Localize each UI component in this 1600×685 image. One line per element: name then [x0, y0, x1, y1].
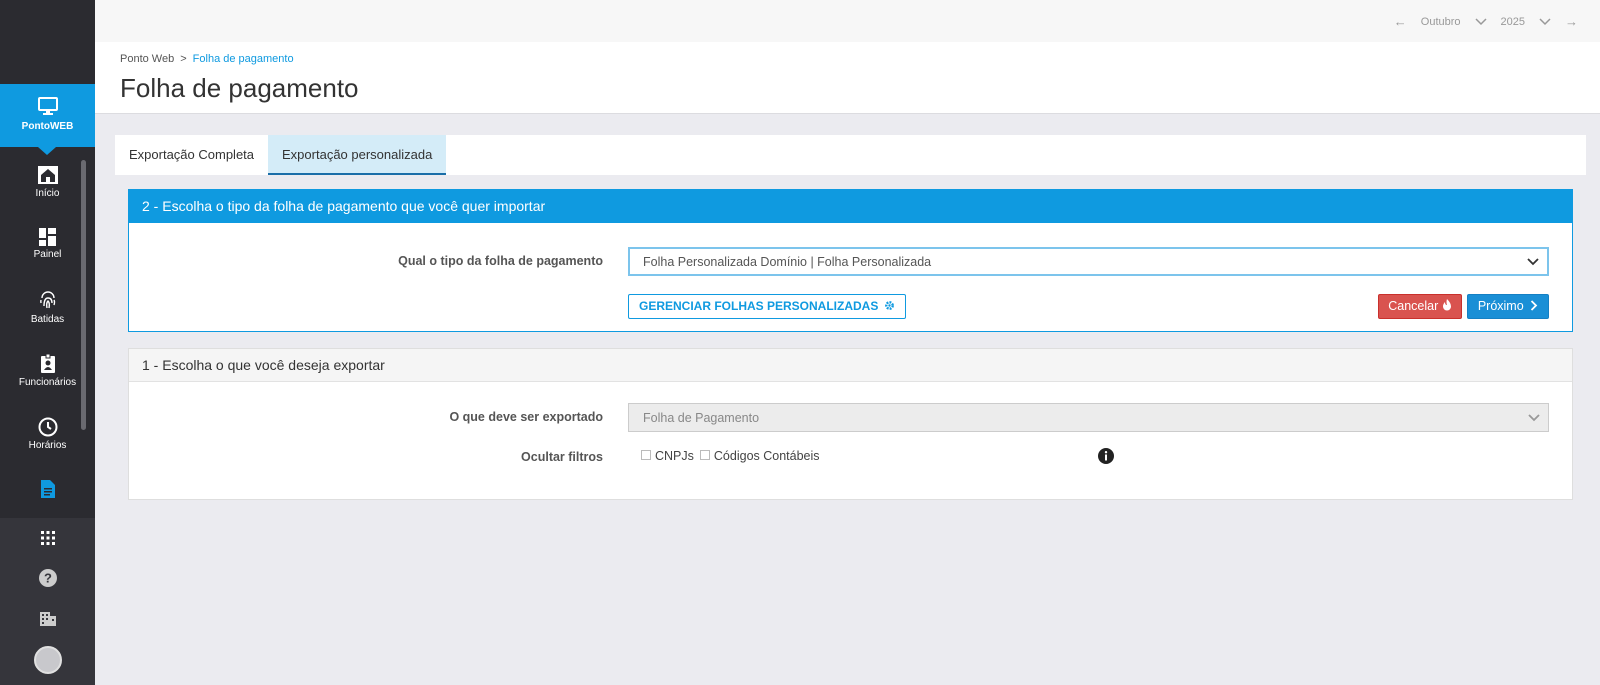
payroll-type-panel: 2 - Escolha o tipo da folha de pagamento… [128, 189, 1573, 332]
manage-custom-sheets-button[interactable]: GERENCIAR FOLHAS PERSONALIZADAS [628, 294, 906, 319]
prev-month-arrow-icon[interactable]: ← [1394, 14, 1407, 29]
sidebar-item-label: Horários [28, 440, 67, 451]
filter-cnpjs-label: CNPJs [655, 449, 694, 463]
cancel-button-label: Cancelar [1388, 299, 1439, 313]
date-navigator: ← Outubro 2025 → [1394, 14, 1578, 29]
filter-cnpjs-checkbox[interactable]: CNPJs [641, 449, 694, 463]
export-what-value: Folha de Pagamento [643, 411, 760, 425]
company-button[interactable] [0, 598, 95, 638]
export-content-panel: 1 - Escolha o que você deseja exportar O… [128, 348, 1573, 500]
breadcrumb-root[interactable]: Ponto Web [120, 53, 174, 65]
building-icon [39, 612, 56, 626]
apps-grid-button[interactable] [0, 518, 95, 558]
next-month-arrow-icon[interactable]: → [1565, 14, 1578, 29]
hide-filters-label: Ocultar filtros [521, 450, 603, 464]
breadcrumb-current[interactable]: Folha de pagamento [193, 53, 294, 65]
next-button-label: Próximo [1477, 299, 1524, 313]
fingerprint-icon [39, 291, 55, 309]
help-icon: ? [38, 569, 57, 587]
document-icon [40, 480, 55, 498]
chevron-down-icon[interactable] [1474, 17, 1487, 26]
sidebar-brand-label: PontoWEB [21, 121, 74, 132]
export-what-select: Folha de Pagamento [628, 403, 1549, 432]
monitor-icon [37, 97, 58, 115]
chevron-right-icon [1531, 300, 1538, 311]
sidebar-scrollbar[interactable] [81, 160, 86, 430]
manage-button-label: GERENCIAR FOLHAS PERSONALIZADAS [639, 299, 879, 313]
payroll-type-select[interactable]: Folha Personalizada Domínio | Folha Pers… [628, 247, 1549, 276]
fire-icon [1442, 299, 1451, 311]
dashboard-icon [38, 228, 56, 246]
breadcrumb-separator: > [180, 53, 187, 65]
payroll-type-value: Folha Personalizada Domínio | Folha Pers… [643, 255, 932, 269]
breadcrumb: Ponto Web > Folha de pagamento [120, 53, 294, 65]
sidebar-brand-pontoweb[interactable]: PontoWEB [0, 84, 95, 155]
month-label[interactable]: Outubro [1421, 16, 1461, 28]
panel-header: 1 - Escolha o que você deseja exportar [129, 349, 1572, 382]
topbar: ← Outubro 2025 → [95, 0, 1600, 42]
payroll-type-label: Qual o tipo da folha de pagamento [398, 254, 603, 268]
year-label[interactable]: 2025 [1501, 16, 1525, 28]
cancel-button[interactable]: Cancelar [1378, 294, 1462, 319]
user-avatar [33, 646, 62, 674]
page-title: Folha de pagamento [120, 73, 359, 103]
checkbox-box[interactable] [699, 449, 710, 460]
filter-checkboxes: CNPJs Códigos Contábeis [641, 449, 826, 463]
panel-header: 2 - Escolha o tipo da folha de pagamento… [129, 190, 1572, 223]
chevron-down-icon[interactable] [1539, 17, 1551, 26]
filter-codigos-contabeis-checkbox[interactable]: Códigos Contábeis [699, 449, 820, 463]
clock-icon [38, 417, 57, 437]
export-tabs: Exportação Completa Exportação personali… [115, 135, 1586, 175]
svg-text:?: ? [44, 571, 52, 586]
next-button[interactable]: Próximo [1467, 294, 1549, 319]
filter-codigos-label: Códigos Contábeis [713, 449, 820, 463]
gear-icon [884, 301, 894, 310]
tab-exportacao-personalizada[interactable]: Exportação personalizada [268, 135, 447, 175]
chevron-down-icon [1527, 258, 1539, 266]
help-button[interactable]: ? [0, 558, 95, 598]
page-header: Ponto Web > Folha de pagamento Folha de pa… [95, 42, 1600, 114]
checkbox-box[interactable] [641, 449, 651, 460]
sidebar-logo-area [0, 0, 95, 84]
sidebar-item-folha[interactable] [0, 462, 95, 525]
sidebar-bottom: ? [0, 518, 95, 685]
chevron-down-icon [1528, 414, 1540, 422]
tab-exportacao-completa[interactable]: Exportação Completa [115, 135, 268, 175]
export-what-label: O que deve ser exportado [449, 410, 603, 424]
user-menu[interactable] [0, 638, 95, 682]
home-icon [37, 166, 58, 184]
info-icon[interactable] [1098, 448, 1114, 464]
apps-grid-icon [40, 531, 55, 545]
sidebar: PontoWEB Início Painel Batidas Funcionár… [0, 0, 95, 685]
badge-icon [40, 354, 55, 373]
